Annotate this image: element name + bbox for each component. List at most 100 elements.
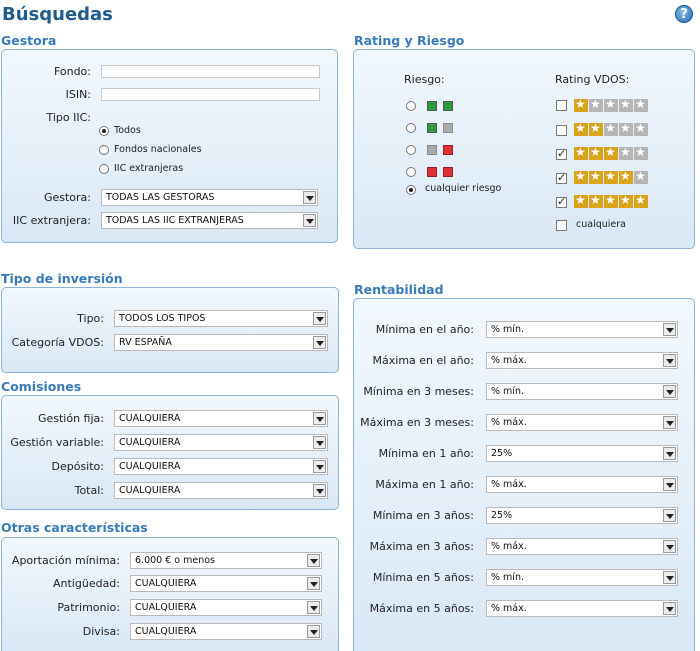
- rent-select-value: % máx.: [491, 541, 527, 552]
- star-icon: [574, 169, 588, 184]
- star-icon: [634, 169, 648, 184]
- rentabilidad-section-title: Rentabilidad: [354, 282, 444, 297]
- rent-select-value: % mín.: [491, 386, 524, 397]
- total-select[interactable]: CUALQUIERA: [114, 482, 328, 499]
- chevron-down-icon: [307, 577, 320, 590]
- deposito-label: Depósito:: [51, 460, 105, 473]
- isin-input[interactable]: [101, 88, 320, 101]
- tipo-inversion-section-title: Tipo de inversión: [1, 271, 123, 286]
- chevron-down-icon: [663, 416, 676, 429]
- rating-cualquiera-checkbox[interactable]: [556, 220, 567, 231]
- chevron-down-icon: [313, 436, 326, 449]
- star-icon: [619, 121, 633, 136]
- gestion-fija-label: Gestión fija:: [37, 412, 104, 425]
- riesgo-radio[interactable]: [406, 123, 416, 133]
- chevron-down-icon: [313, 312, 326, 325]
- tipo-iic-label: Tipo IIC:: [46, 111, 91, 124]
- iic-extranjera-select[interactable]: TODAS LAS IIC EXTRANJERAS: [101, 212, 318, 229]
- rating-5-checkbox[interactable]: [556, 195, 567, 208]
- rent-min-3m-select[interactable]: % mín.: [486, 383, 678, 400]
- rent-select-value: % máx.: [491, 603, 527, 614]
- gestora-label: Gestora:: [43, 191, 91, 204]
- otras-panel: Aportación mínima: 6.000 € o menos Antig…: [1, 537, 339, 651]
- categoria-vdos-select[interactable]: RV ESPAÑA: [114, 334, 328, 351]
- rating-2-checkbox[interactable]: [556, 125, 567, 136]
- tipo-iic-radio-nacionales[interactable]: [99, 145, 109, 155]
- rent-min-ano-select[interactable]: % mín.: [486, 321, 678, 338]
- chevron-down-icon: [307, 554, 320, 567]
- star-icon: [589, 121, 603, 136]
- chevron-down-icon: [663, 602, 676, 615]
- rent-min-3a-label: Mínima en 3 años:: [372, 509, 474, 522]
- rent-max-1a-select[interactable]: % máx.: [486, 476, 678, 493]
- divisa-select[interactable]: CUALQUIERA: [130, 623, 322, 640]
- rent-max-ano-label: Máxima en el año:: [372, 354, 474, 367]
- tipo-iic-option-label: Todos: [114, 125, 141, 136]
- rating-panel: Riesgo: Rating VDOS: cualquier riesgo cu…: [353, 49, 695, 249]
- star-icon: [589, 145, 603, 160]
- aportacion-minima-select[interactable]: 6.000 € o menos: [130, 552, 322, 569]
- gestion-variable-select-value: CUALQUIERA: [119, 437, 181, 448]
- gestion-variable-select[interactable]: CUALQUIERA: [114, 434, 328, 451]
- divisa-label: Divisa:: [82, 625, 120, 638]
- rent-max-5a-select[interactable]: % máx.: [486, 600, 678, 617]
- chevron-down-icon: [303, 214, 316, 227]
- categoria-vdos-label: Categoría VDOS:: [11, 336, 104, 349]
- risk-grey-square: [443, 123, 453, 133]
- riesgo-radio[interactable]: [406, 101, 416, 111]
- rating-1-checkbox[interactable]: [556, 100, 567, 111]
- star-icon: [634, 193, 648, 208]
- star-icon: [574, 193, 588, 208]
- chevron-down-icon: [663, 447, 676, 460]
- rating-5-stars: [574, 193, 649, 208]
- antiguedad-select[interactable]: CUALQUIERA: [130, 575, 322, 592]
- rent-max-3m-select[interactable]: % máx.: [486, 414, 678, 431]
- rent-max-1a-label: Máxima en 1 año:: [375, 478, 474, 491]
- help-icon[interactable]: ?: [675, 5, 693, 23]
- rating-3-checkbox[interactable]: [556, 147, 567, 160]
- riesgo-radio-cualquier[interactable]: [406, 185, 416, 195]
- iic-extranjera-label: IIC extranjera:: [12, 214, 91, 227]
- tipo-iic-option-label: IIC extranjeras: [114, 163, 184, 174]
- gestion-fija-select-value: CUALQUIERA: [119, 413, 181, 424]
- rent-select-value: % mín.: [491, 572, 524, 583]
- rent-min-5a-select[interactable]: % mín.: [486, 569, 678, 586]
- page-title: Búsquedas: [2, 4, 113, 25]
- riesgo-radio[interactable]: [406, 145, 416, 155]
- patrimonio-select[interactable]: CUALQUIERA: [130, 599, 322, 616]
- fondo-label: Fondo:: [53, 65, 91, 78]
- rating-4-checkbox[interactable]: [556, 171, 567, 184]
- chevron-down-icon: [313, 460, 326, 473]
- total-select-value: CUALQUIERA: [119, 485, 181, 496]
- gestora-select[interactable]: TODAS LAS GESTORAS: [101, 189, 318, 206]
- patrimonio-select-value: CUALQUIERA: [135, 602, 197, 613]
- rent-min-1a-select[interactable]: 25%: [486, 445, 678, 462]
- tipo-iic-radio-todos[interactable]: [99, 126, 109, 136]
- cualquier-riesgo-label: cualquier riesgo: [425, 183, 502, 194]
- deposito-select[interactable]: CUALQUIERA: [114, 458, 328, 475]
- rent-max-3a-select[interactable]: % máx.: [486, 538, 678, 555]
- rent-min-5a-label: Mínima en 5 años:: [372, 571, 474, 584]
- rent-select-value: 25%: [491, 510, 513, 521]
- riesgo-radio[interactable]: [406, 167, 416, 177]
- tipo-select[interactable]: TODOS LOS TIPOS: [114, 310, 328, 327]
- comisiones-section-title: Comisiones: [1, 379, 82, 394]
- rent-select-value: 25%: [491, 448, 513, 459]
- rent-max-ano-select[interactable]: % máx.: [486, 352, 678, 369]
- star-icon: [619, 169, 633, 184]
- divisa-select-value: CUALQUIERA: [135, 626, 197, 637]
- tipo-iic-radio-extranjeras[interactable]: [99, 164, 109, 174]
- star-icon: [589, 193, 603, 208]
- rating-3-stars: [574, 145, 649, 160]
- gestion-fija-select[interactable]: CUALQUIERA: [114, 410, 328, 427]
- rating-1-stars: [574, 97, 649, 112]
- rent-min-1a-label: Mínima en 1 año:: [378, 447, 474, 460]
- star-icon: [634, 145, 648, 160]
- comisiones-panel: Gestión fija: CUALQUIERA Gestión variabl…: [1, 395, 339, 510]
- tipo-select-value: TODOS LOS TIPOS: [119, 313, 206, 324]
- tipo-label: Tipo:: [77, 312, 104, 325]
- risk-red-square: [427, 167, 437, 177]
- rent-min-3a-select[interactable]: 25%: [486, 507, 678, 524]
- otras-section-title: Otras características: [1, 520, 148, 535]
- fondo-input[interactable]: [101, 65, 320, 78]
